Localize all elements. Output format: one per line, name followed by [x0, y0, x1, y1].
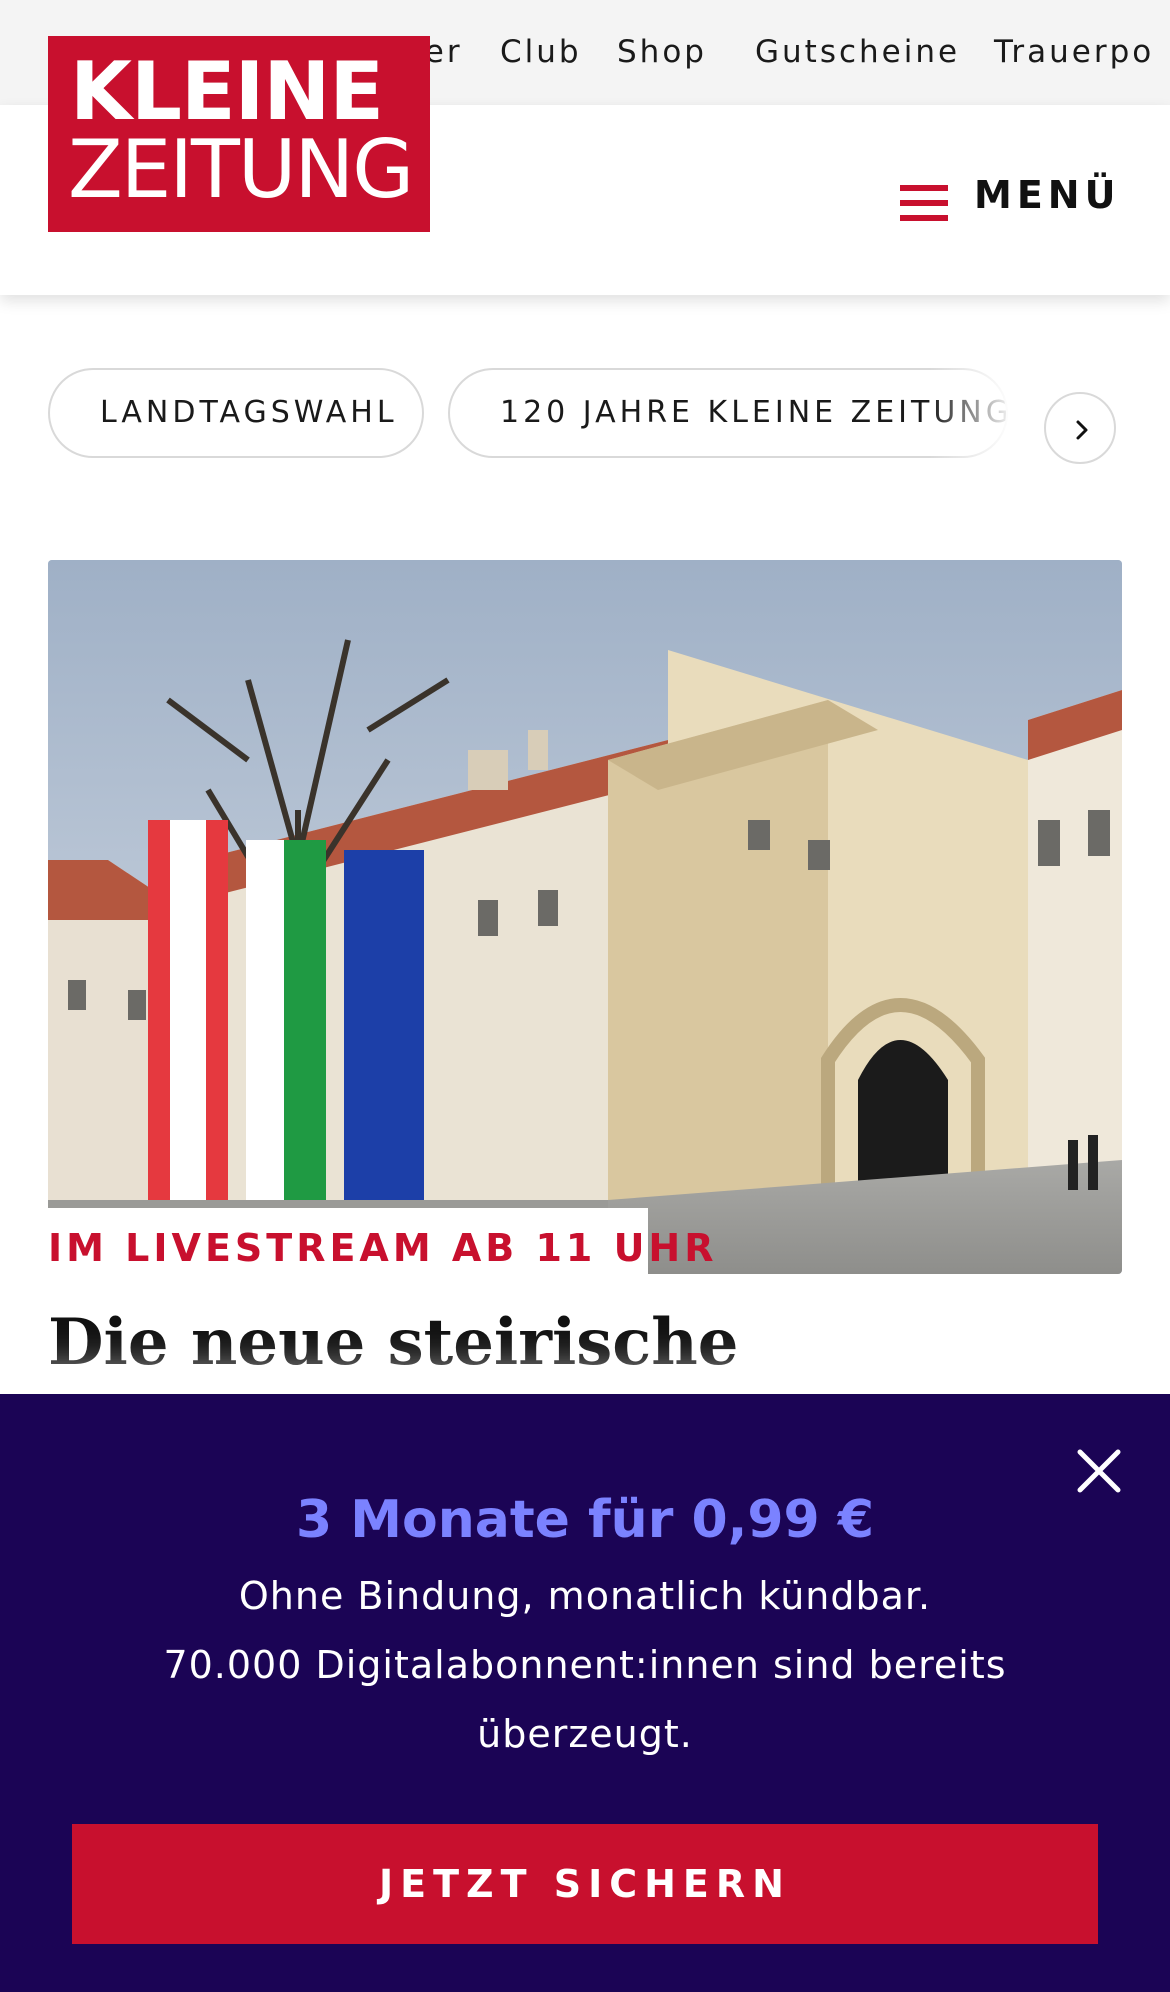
nav-link-gutscheine[interactable]: Gutscheine [755, 0, 960, 105]
article-headline[interactable]: Die neue steirische [48, 1305, 739, 1380]
paywall-line-3: überzeugt. [477, 1712, 693, 1756]
hamburger-icon [900, 185, 948, 221]
close-icon [1077, 1449, 1121, 1493]
kicker-box: IM LIVESTREAM AB 11 UHR [48, 1208, 714, 1294]
chips-next-button[interactable] [1044, 392, 1116, 464]
chips-fade [930, 368, 1050, 488]
menu-button[interactable]: MENÜ [900, 163, 1120, 239]
nav-link-shop[interactable]: Shop [617, 0, 707, 105]
close-button[interactable] [1074, 1446, 1124, 1496]
chip-landtagswahl[interactable]: LANDTAGSWAHL [48, 368, 424, 458]
menu-label: MENÜ [974, 173, 1121, 217]
article-kicker: IM LIVESTREAM AB 11 UHR [48, 1226, 718, 1270]
chip-120-jahre[interactable]: 120 JAHRE KLEINE ZEITUNG [448, 368, 1008, 458]
paywall-offer: 3 Monate für 0,99 € [295, 1490, 875, 1550]
logo-line-1: KLEINE [70, 45, 384, 138]
site-logo[interactable]: KLEINE ZEITUNG [48, 36, 430, 232]
chevron-right-icon [1076, 420, 1088, 440]
chip-label: LANDTAGSWAHL [100, 395, 398, 430]
paywall-line-2: 70.000 Digitalabonnent:innen sind bereit… [163, 1643, 1007, 1687]
photo-illustration [48, 560, 1122, 1274]
nav-link-trauerportal[interactable]: Trauerpo [994, 0, 1154, 105]
paywall-line-1: Ohne Bindung, monatlich kündbar. [238, 1574, 932, 1618]
subscribe-button[interactable]: JETZT SICHERN [72, 1824, 1098, 1944]
logo-line-2: ZEITUNG [68, 123, 414, 216]
topic-chips: LANDTAGSWAHL 120 JAHRE KLEINE ZEITUNG [0, 368, 1170, 488]
article-image[interactable] [48, 560, 1122, 1274]
paywall-overlay: 3 Monate für 0,99 € Ohne Bindung, monatl… [0, 1394, 1170, 1992]
nav-link-club[interactable]: Club [500, 0, 582, 105]
